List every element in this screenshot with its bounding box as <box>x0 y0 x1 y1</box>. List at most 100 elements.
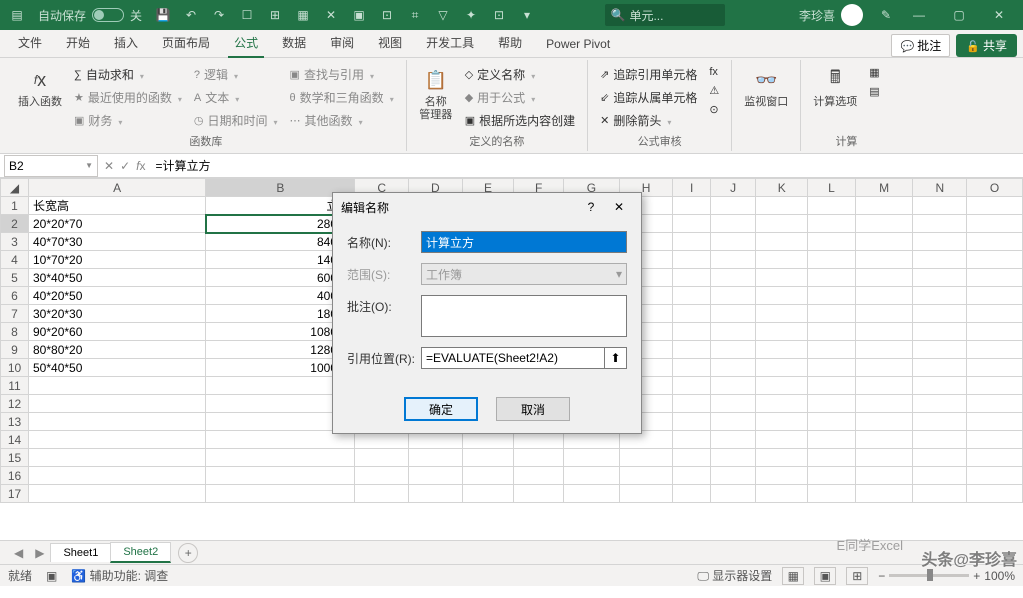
sheet-nav-next-icon[interactable]: ▶ <box>29 546 50 560</box>
cell[interactable] <box>29 467 206 485</box>
tab-review[interactable]: 审阅 <box>318 28 366 57</box>
trace-precedents-button[interactable]: ⇗ 追踪引用单元格 <box>596 64 701 85</box>
page-layout-view-icon[interactable]: ▣ <box>814 567 836 585</box>
cell[interactable] <box>967 269 1023 287</box>
column-header[interactable]: L <box>808 179 856 197</box>
zoom-out-icon[interactable]: − <box>878 569 885 583</box>
math-button[interactable]: θ 数学和三角函数 <box>286 87 398 108</box>
close-icon[interactable]: ✕ <box>605 200 633 214</box>
zoom-slider[interactable]: − + 100% <box>878 569 1015 583</box>
financial-button[interactable]: ▣ 财务 <box>70 110 186 131</box>
dialog-titlebar[interactable]: 编辑名称 ? ✕ <box>333 193 641 221</box>
normal-view-icon[interactable]: ▦ <box>782 567 804 585</box>
user-account[interactable]: 李珍喜 <box>799 4 863 26</box>
tab-powerpivot[interactable]: Power Pivot <box>534 31 622 57</box>
cell[interactable] <box>808 467 856 485</box>
cell[interactable] <box>673 377 710 395</box>
cell[interactable] <box>855 413 913 431</box>
cell[interactable] <box>206 449 355 467</box>
cell[interactable] <box>673 341 710 359</box>
row-header[interactable]: 2 <box>1 215 29 233</box>
cell[interactable] <box>855 359 913 377</box>
column-header[interactable]: M <box>855 179 913 197</box>
cell[interactable] <box>710 395 756 413</box>
cell[interactable] <box>409 485 463 503</box>
cell[interactable] <box>756 197 808 215</box>
cell[interactable] <box>756 413 808 431</box>
cell[interactable] <box>355 467 409 485</box>
cell[interactable] <box>967 485 1023 503</box>
cell[interactable] <box>808 197 856 215</box>
accessibility-status[interactable]: ♿ 辅助功能: 调查 <box>71 567 168 584</box>
evaluate-icon[interactable]: ⊙ <box>705 101 723 118</box>
cell[interactable]: 20*20*70 <box>29 215 206 233</box>
cell[interactable] <box>756 305 808 323</box>
cell[interactable] <box>967 449 1023 467</box>
qat-icon[interactable]: ⊡ <box>486 3 512 27</box>
cell[interactable] <box>855 341 913 359</box>
tab-layout[interactable]: 页面布局 <box>150 28 222 57</box>
cell[interactable] <box>967 215 1023 233</box>
cell[interactable] <box>913 251 967 269</box>
cell[interactable]: 50*40*50 <box>29 359 206 377</box>
share-button[interactable]: 🔓 共享 <box>956 34 1017 57</box>
cell[interactable] <box>913 413 967 431</box>
cell[interactable] <box>206 467 355 485</box>
sheet-nav-prev-icon[interactable]: ◀ <box>8 546 29 560</box>
cell[interactable] <box>967 197 1023 215</box>
cell[interactable] <box>710 269 756 287</box>
cell[interactable] <box>855 215 913 233</box>
qat-icon[interactable]: ⌗ <box>402 3 428 27</box>
cell[interactable] <box>808 269 856 287</box>
row-header[interactable]: 14 <box>1 431 29 449</box>
cell[interactable] <box>619 467 673 485</box>
cell[interactable] <box>710 467 756 485</box>
cell[interactable] <box>710 305 756 323</box>
enter-icon[interactable]: ✓ <box>120 159 130 173</box>
cell[interactable] <box>855 233 913 251</box>
cell[interactable] <box>756 251 808 269</box>
cell[interactable] <box>673 251 710 269</box>
cell[interactable] <box>673 197 710 215</box>
macro-icon[interactable]: ▣ <box>46 569 57 583</box>
cell[interactable] <box>913 215 967 233</box>
cell[interactable] <box>855 323 913 341</box>
zoom-track[interactable] <box>889 574 969 577</box>
cell[interactable] <box>913 449 967 467</box>
sheet-tab[interactable]: Sheet2 <box>110 542 171 563</box>
cancel-button[interactable]: 取消 <box>496 397 570 421</box>
cell[interactable] <box>808 341 856 359</box>
cell[interactable] <box>808 449 856 467</box>
cell[interactable]: 长宽高 <box>29 197 206 215</box>
undo-icon[interactable]: ↶ <box>178 3 204 27</box>
cell[interactable] <box>514 467 564 485</box>
column-header[interactable]: A <box>29 179 206 197</box>
qat-icon[interactable]: ☐ <box>234 3 260 27</box>
cell[interactable] <box>913 377 967 395</box>
cell[interactable] <box>913 395 967 413</box>
cell[interactable] <box>756 215 808 233</box>
cell[interactable] <box>967 251 1023 269</box>
row-header[interactable]: 1 <box>1 197 29 215</box>
cell[interactable] <box>913 341 967 359</box>
cell[interactable] <box>756 431 808 449</box>
calc-sheet-icon[interactable]: ▤ <box>865 83 883 100</box>
cell[interactable] <box>967 341 1023 359</box>
row-header[interactable]: 12 <box>1 395 29 413</box>
qat-more-icon[interactable]: ▾ <box>514 3 540 27</box>
cell[interactable] <box>514 449 564 467</box>
qat-icon[interactable]: ▣ <box>346 3 372 27</box>
cell[interactable] <box>462 449 514 467</box>
row-header[interactable]: 13 <box>1 413 29 431</box>
cell[interactable] <box>808 377 856 395</box>
cell[interactable] <box>710 287 756 305</box>
select-all-cell[interactable]: ◢ <box>1 179 29 197</box>
cell[interactable] <box>462 467 514 485</box>
cell[interactable] <box>673 287 710 305</box>
cell[interactable] <box>673 359 710 377</box>
datetime-button[interactable]: ◷ 日期和时间 <box>190 110 282 131</box>
zoom-level[interactable]: 100% <box>984 569 1015 583</box>
ok-button[interactable]: 确定 <box>404 397 478 421</box>
cell[interactable] <box>967 323 1023 341</box>
qat-icon[interactable]: ✦ <box>458 3 484 27</box>
